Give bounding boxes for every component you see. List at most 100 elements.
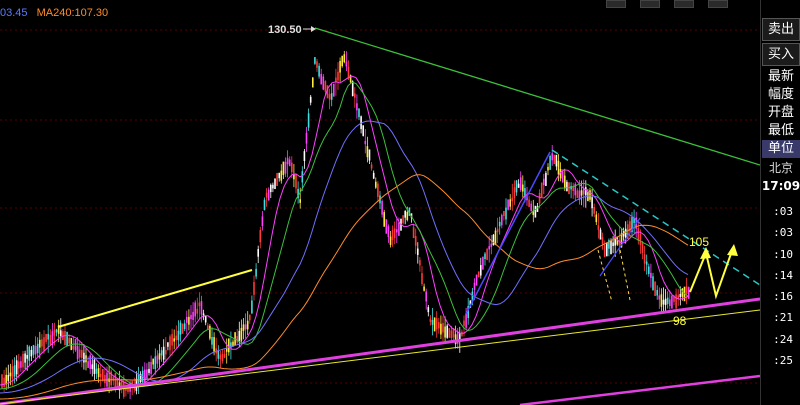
- candle-body: [381, 201, 383, 215]
- candle-body: [517, 183, 520, 188]
- toolbar-icon[interactable]: [674, 0, 694, 8]
- candle-body: [509, 199, 511, 207]
- candle-body: [387, 226, 390, 238]
- candle-body: [299, 199, 301, 203]
- candle-body: [97, 368, 100, 378]
- candle-body: [553, 154, 556, 164]
- moving-averages: [0, 75, 689, 400]
- price-chart[interactable]: 130.50 105 98: [0, 0, 760, 405]
- candle-body: [246, 320, 249, 330]
- candle-body: [295, 173, 297, 189]
- candle-body: [144, 369, 146, 384]
- candle-body: [341, 55, 343, 67]
- candle-body: [475, 274, 478, 286]
- candle-body: [576, 190, 579, 199]
- unit-label[interactable]: 单位: [762, 140, 800, 158]
- tick-time: :03: [773, 205, 793, 218]
- candle-body: [345, 61, 348, 67]
- candle-body: [662, 299, 665, 305]
- candle-body: [685, 286, 688, 295]
- high-price-label: 130.50: [268, 24, 302, 36]
- candle-body: [589, 190, 591, 200]
- candle-body: [154, 356, 157, 370]
- moving-average-line: [0, 75, 689, 387]
- resistance-line: [314, 27, 760, 166]
- candle-body: [522, 184, 524, 192]
- candle-body: [320, 73, 322, 85]
- candle-body: [599, 229, 602, 240]
- candle-body: [89, 355, 91, 369]
- candle-body: [186, 316, 188, 323]
- tick-time: :21: [773, 311, 793, 325]
- buy-button[interactable]: 买入: [762, 43, 800, 66]
- toolbar-icon[interactable]: [640, 0, 660, 8]
- candle-body: [282, 161, 285, 175]
- candle-body: [593, 206, 595, 214]
- change-range-label[interactable]: 幅度: [762, 86, 800, 104]
- candle-body: [664, 298, 667, 306]
- toolbar-icon[interactable]: [708, 0, 728, 8]
- blue-rise-line: [465, 151, 551, 315]
- candle-body: [417, 248, 419, 255]
- candle-body: [433, 317, 436, 332]
- candle-body: [406, 211, 409, 220]
- toolbar-icon[interactable]: [606, 0, 626, 8]
- candle-body: [26, 355, 28, 359]
- candle-body: [87, 361, 89, 368]
- candle-body: [263, 199, 266, 210]
- candle-body: [236, 336, 238, 343]
- candle-body: [538, 193, 541, 204]
- candle-body: [43, 337, 45, 351]
- candle-body: [679, 293, 682, 297]
- quote-side-panel: 卖出 买入 最新 幅度 开盘 最低 单位 北京 17:09 :03 :03 :1…: [760, 0, 800, 405]
- candle-body: [211, 336, 213, 345]
- candle-body: [177, 330, 180, 341]
- candle-body: [351, 81, 354, 97]
- candle-body: [385, 219, 388, 234]
- candle-body: [606, 242, 608, 257]
- candle-body: [274, 178, 276, 190]
- yellow-channel-top: [57, 269, 253, 328]
- candle-body: [595, 214, 598, 223]
- candle-body: [18, 361, 20, 369]
- tick-time: :25: [773, 354, 793, 368]
- candle-body: [429, 318, 432, 323]
- candle-body: [32, 345, 35, 355]
- candle-body: [93, 359, 96, 374]
- candle-body: [3, 377, 5, 388]
- candle-body: [291, 162, 293, 173]
- candle-body: [316, 61, 318, 68]
- latest-price-label[interactable]: 最新: [762, 68, 800, 86]
- candle-body: [354, 93, 356, 98]
- candle-body: [165, 350, 167, 355]
- candle-body: [259, 229, 262, 243]
- magenta-support: [0, 297, 760, 405]
- candle-body: [528, 199, 530, 208]
- candle-body: [272, 184, 274, 189]
- candle-body: [207, 325, 209, 329]
- open-price-label[interactable]: 开盘: [762, 104, 800, 122]
- candle-body: [95, 368, 98, 374]
- candle-body: [156, 355, 159, 364]
- candle-body: [196, 308, 199, 314]
- candle-body: [484, 253, 486, 260]
- candle-body: [507, 199, 509, 210]
- candle-body: [179, 322, 182, 335]
- candle-body: [181, 323, 184, 334]
- lowest-price-label[interactable]: 最低: [762, 122, 800, 140]
- candle-body: [209, 325, 211, 339]
- candle-body: [34, 345, 37, 355]
- sell-button[interactable]: 卖出: [762, 18, 800, 41]
- candle-body: [383, 212, 385, 227]
- candle-body: [28, 346, 31, 361]
- candle-body: [253, 281, 255, 295]
- candle-body: [204, 315, 207, 323]
- candle-body: [375, 181, 377, 188]
- candle-body: [200, 301, 203, 315]
- candle-body: [654, 281, 656, 297]
- candle-body: [501, 214, 503, 226]
- candle-body: [440, 323, 442, 335]
- candle-body: [303, 151, 306, 161]
- candle-body: [513, 187, 516, 198]
- candle-body: [175, 335, 178, 341]
